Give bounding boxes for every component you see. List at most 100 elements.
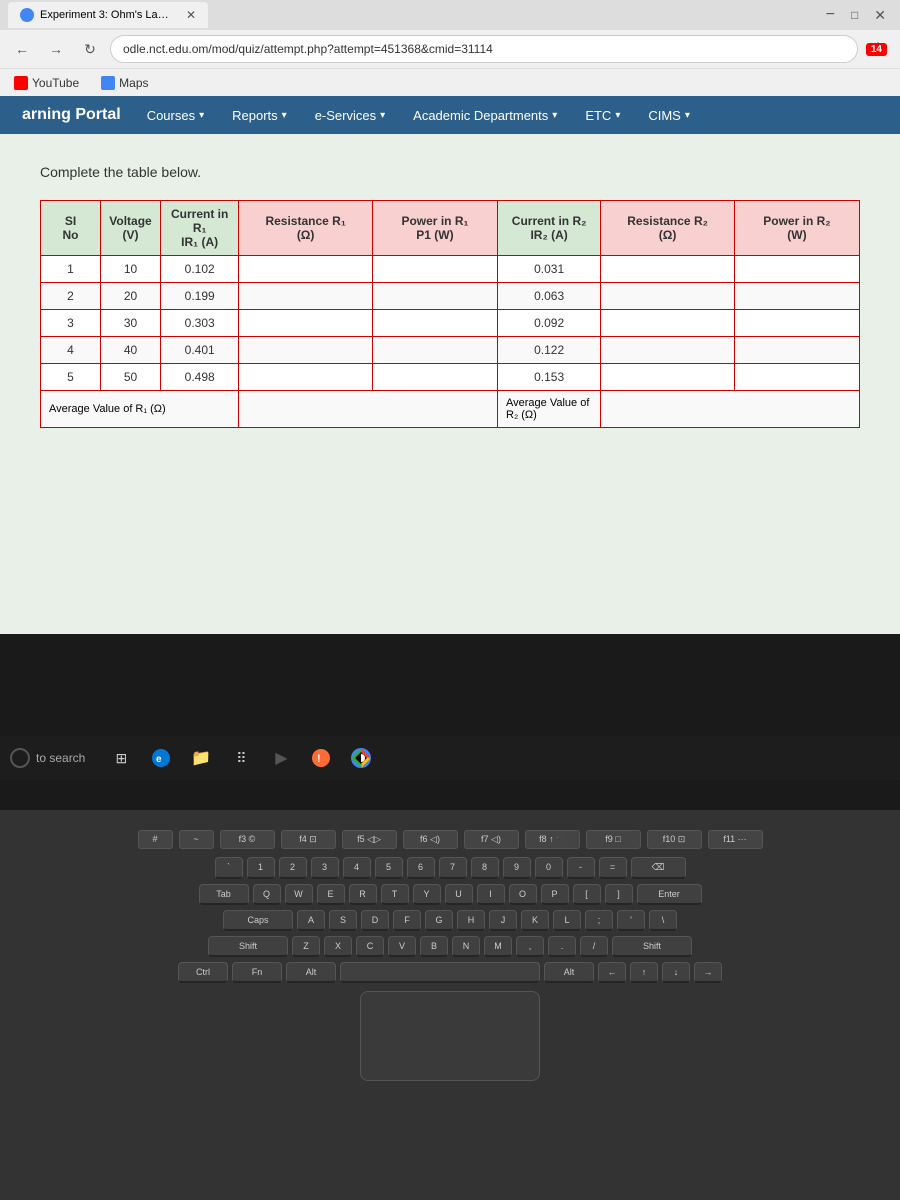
key-t[interactable]: T — [381, 884, 409, 905]
key-9[interactable]: 9 — [503, 857, 531, 879]
input-row0-col7[interactable] — [743, 262, 851, 276]
cell-row2-col7[interactable] — [734, 310, 859, 337]
key-l[interactable]: L — [553, 910, 581, 931]
key-capslock[interactable]: Caps — [223, 910, 293, 931]
f7-key[interactable]: f7 ◁) — [464, 830, 519, 849]
cell-row2-col6[interactable] — [601, 310, 735, 337]
cell-row0-col7[interactable] — [734, 256, 859, 283]
key-left[interactable]: ← — [598, 962, 626, 983]
key-q[interactable]: Q — [253, 884, 281, 905]
key-minus[interactable]: - — [567, 857, 595, 879]
key-i[interactable]: I — [477, 884, 505, 905]
cell-row3-col3[interactable] — [239, 337, 373, 364]
nav-courses[interactable]: Courses ▾ — [133, 96, 218, 134]
key-y[interactable]: Y — [413, 884, 441, 905]
taskbar-chrome-icon[interactable] — [343, 740, 379, 776]
input-row4-col6[interactable] — [609, 370, 726, 384]
cell-row4-col7[interactable] — [734, 364, 859, 391]
nav-academic[interactable]: Academic Departments ▾ — [399, 96, 571, 134]
key-p[interactable]: P — [541, 884, 569, 905]
key-w[interactable]: W — [285, 884, 313, 905]
bookmark-maps[interactable]: Maps — [95, 74, 154, 92]
key-lbracket[interactable]: [ — [573, 884, 601, 905]
key-right[interactable]: → — [694, 962, 722, 983]
taskbar-windows-icon[interactable]: ⊞ — [103, 740, 139, 776]
cell-row0-col6[interactable] — [601, 256, 735, 283]
key-g[interactable]: G — [425, 910, 453, 931]
key-equals[interactable]: = — [599, 857, 627, 879]
key-7[interactable]: 7 — [439, 857, 467, 879]
avg-r1-value[interactable] — [239, 391, 498, 428]
input-row3-col6[interactable] — [609, 343, 726, 357]
input-row4-col7[interactable] — [743, 370, 851, 384]
key-enter[interactable]: Enter — [637, 884, 702, 905]
key-r[interactable]: R — [349, 884, 377, 905]
input-row4-col3[interactable] — [247, 370, 364, 384]
back-btn[interactable]: ← — [8, 35, 36, 63]
cell-row2-col3[interactable] — [239, 310, 373, 337]
key-rshift[interactable]: Shift — [612, 936, 692, 957]
taskbar-shield-icon[interactable]: ! — [303, 740, 339, 776]
input-row2-col3[interactable] — [247, 316, 364, 330]
key-8[interactable]: 8 — [471, 857, 499, 879]
cell-row1-col3[interactable] — [239, 283, 373, 310]
hash-key[interactable]: # — [138, 830, 173, 849]
minimize-btn[interactable]: − — [820, 4, 841, 26]
key-rbracket[interactable]: ] — [605, 884, 633, 905]
key-h[interactable]: H — [457, 910, 485, 931]
key-u[interactable]: U — [445, 884, 473, 905]
input-row0-col4[interactable] — [381, 262, 489, 276]
nav-eservices[interactable]: e-Services ▾ — [301, 96, 399, 134]
key-3[interactable]: 3 — [311, 857, 339, 879]
key-backspace[interactable]: ⌫ — [631, 857, 686, 879]
key-j[interactable]: J — [489, 910, 517, 931]
cell-row1-col4[interactable] — [372, 283, 497, 310]
key-6[interactable]: 6 — [407, 857, 435, 879]
f11-key[interactable]: f11 ··· — [708, 830, 763, 849]
avg-r2-input[interactable] — [609, 402, 851, 416]
input-row2-col4[interactable] — [381, 316, 489, 330]
input-row0-col3[interactable] — [247, 262, 364, 276]
key-c[interactable]: C — [356, 936, 384, 957]
key-backslash[interactable]: \ — [649, 910, 677, 931]
avg-r2-value[interactable] — [601, 391, 860, 428]
f5-key[interactable]: f5 ◁▷ — [342, 830, 397, 849]
taskbar-camera-icon[interactable]: ▶ — [263, 740, 299, 776]
key-down[interactable]: ↓ — [662, 962, 690, 983]
f8-key[interactable]: f8 ↑◾ — [525, 830, 580, 849]
key-period[interactable]: . — [548, 936, 576, 957]
f9-key[interactable]: f9 □ — [586, 830, 641, 849]
tilde-key[interactable]: ~ — [179, 830, 214, 849]
input-row2-col6[interactable] — [609, 316, 726, 330]
maximize-btn[interactable]: □ — [845, 6, 864, 24]
input-row3-col3[interactable] — [247, 343, 364, 357]
forward-btn[interactable]: → — [42, 35, 70, 63]
key-4[interactable]: 4 — [343, 857, 371, 879]
input-row3-col7[interactable] — [743, 343, 851, 357]
key-a[interactable]: A — [297, 910, 325, 931]
key-comma[interactable]: , — [516, 936, 544, 957]
avg-r1-input[interactable] — [247, 402, 489, 416]
input-row1-col4[interactable] — [381, 289, 489, 303]
cell-row4-col3[interactable] — [239, 364, 373, 391]
key-0[interactable]: 0 — [535, 857, 563, 879]
nav-cims[interactable]: CIMS ▾ — [634, 96, 704, 134]
key-o[interactable]: O — [509, 884, 537, 905]
key-v[interactable]: V — [388, 936, 416, 957]
taskbar-apps-icon[interactable]: ⠿ — [223, 740, 259, 776]
key-n[interactable]: N — [452, 936, 480, 957]
f10-key[interactable]: f10 ⊡ — [647, 830, 702, 849]
key-lshift[interactable]: Shift — [208, 936, 288, 957]
key-m[interactable]: M — [484, 936, 512, 957]
cell-row4-col4[interactable] — [372, 364, 497, 391]
input-row1-col3[interactable] — [247, 289, 364, 303]
cell-row2-col4[interactable] — [372, 310, 497, 337]
bookmark-youtube[interactable]: YouTube — [8, 74, 85, 92]
key-e[interactable]: E — [317, 884, 345, 905]
input-row0-col6[interactable] — [609, 262, 726, 276]
cell-row3-col6[interactable] — [601, 337, 735, 364]
key-k[interactable]: K — [521, 910, 549, 931]
nav-etc[interactable]: ETC ▾ — [571, 96, 634, 134]
key-5[interactable]: 5 — [375, 857, 403, 879]
key-d[interactable]: D — [361, 910, 389, 931]
